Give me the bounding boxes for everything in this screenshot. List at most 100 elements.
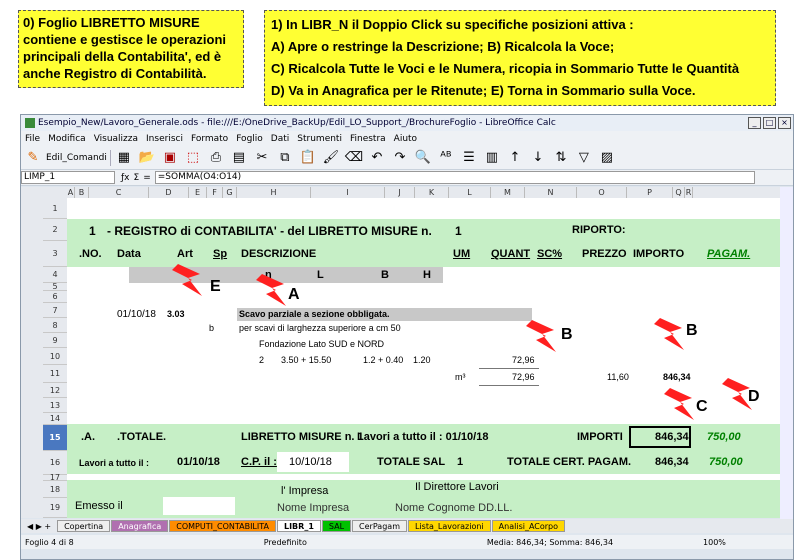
filter-icon[interactable]: ▽ bbox=[574, 149, 594, 167]
menu-strumenti[interactable]: Strumenti bbox=[297, 134, 342, 144]
undo-icon[interactable]: ↶ bbox=[367, 149, 387, 167]
menu-modifica[interactable]: Modifica bbox=[48, 134, 86, 144]
riporto-label: RIPORTO: bbox=[572, 224, 626, 236]
sort-asc-icon[interactable]: ↑ bbox=[505, 149, 525, 167]
row-header[interactable]: 4 bbox=[43, 267, 67, 283]
column-icon[interactable]: ▥ bbox=[482, 149, 502, 167]
tab-sal[interactable]: SAL bbox=[321, 520, 352, 532]
row-header[interactable]: 8 bbox=[43, 318, 67, 333]
menu-formato[interactable]: Formato bbox=[191, 134, 228, 144]
row-header[interactable]: 9 bbox=[43, 333, 67, 348]
row-header[interactable]: 2 bbox=[43, 219, 67, 241]
sort-desc-icon[interactable]: ↓ bbox=[528, 149, 548, 167]
row-header[interactable]: 19 bbox=[43, 498, 67, 518]
column-header[interactable]: G bbox=[223, 187, 237, 198]
row-header[interactable]: 10 bbox=[43, 348, 67, 365]
row-header[interactable]: 14 bbox=[43, 413, 67, 425]
sheet-grid[interactable]: 1 - REGISTRO di CONTABILITA' - del LIBRE… bbox=[67, 198, 781, 518]
header-descrizione: DESCRIZIONE bbox=[241, 248, 317, 260]
column-header[interactable]: O bbox=[577, 187, 627, 198]
row-header[interactable]: 7 bbox=[43, 303, 67, 318]
row-header[interactable]: 16 bbox=[43, 451, 67, 475]
function-wizard-icon[interactable]: ƒx bbox=[121, 173, 130, 183]
clone-icon[interactable]: 🖌 bbox=[321, 149, 341, 167]
clear-icon[interactable]: ⌫ bbox=[344, 149, 364, 167]
menu-visualizza[interactable]: Visualizza bbox=[94, 134, 138, 144]
row-header[interactable]: 18 bbox=[43, 481, 67, 498]
nome-impresa[interactable]: Nome Impresa bbox=[277, 502, 349, 514]
pdf-icon[interactable]: ⬚ bbox=[183, 149, 203, 167]
close-button[interactable]: × bbox=[778, 117, 791, 129]
tab-copertina[interactable]: Copertina bbox=[57, 520, 111, 532]
preview-icon[interactable]: ▤ bbox=[229, 149, 249, 167]
tab-computi[interactable]: COMPUTI_CONTABILITA bbox=[169, 520, 276, 532]
tab-anagrafica[interactable]: Anagrafica bbox=[111, 520, 169, 532]
row-header[interactable]: 13 bbox=[43, 398, 67, 413]
row-header[interactable]: 15 bbox=[43, 425, 67, 451]
column-header[interactable]: D bbox=[149, 187, 189, 198]
maximize-button[interactable]: □ bbox=[763, 117, 776, 129]
menu-inserisci[interactable]: Inserisci bbox=[146, 134, 183, 144]
minimize-button[interactable]: _ bbox=[748, 117, 761, 129]
edil-icon[interactable]: ✎ bbox=[23, 149, 43, 167]
column-header[interactable]: E bbox=[189, 187, 207, 198]
name-box[interactable]: LIMP_1 bbox=[21, 171, 115, 184]
row-header[interactable]: 11 bbox=[43, 365, 67, 383]
edil-comandi-label[interactable]: Edil_Comandi bbox=[46, 153, 107, 163]
status-zoom[interactable]: 100% bbox=[703, 538, 726, 547]
print-icon[interactable]: ⎙ bbox=[206, 149, 226, 167]
column-header[interactable]: I bbox=[311, 187, 385, 198]
column-header[interactable]: J bbox=[385, 187, 415, 198]
column-header[interactable]: C bbox=[89, 187, 149, 198]
tab-libr1[interactable]: LIBR_1 bbox=[276, 520, 321, 532]
copy-icon[interactable]: ⧉ bbox=[275, 149, 295, 167]
column-header[interactable]: B bbox=[75, 187, 89, 198]
tab-lista[interactable]: Lista_Lavorazioni bbox=[407, 520, 491, 532]
spelling-icon[interactable]: ᴬᴮ bbox=[436, 149, 456, 167]
row-header[interactable]: 5 bbox=[43, 283, 67, 291]
find-icon[interactable]: 🔍 bbox=[413, 149, 433, 167]
row-header[interactable]: 12 bbox=[43, 383, 67, 398]
sum-icon[interactable]: Σ bbox=[134, 173, 140, 183]
sort-icon[interactable]: ⇅ bbox=[551, 149, 571, 167]
column-header[interactable]: N bbox=[525, 187, 577, 198]
image-icon[interactable]: ▨ bbox=[597, 149, 617, 167]
menu-foglio[interactable]: Foglio bbox=[236, 134, 263, 144]
tab-nav-icon[interactable]: ◀ ▶ + bbox=[27, 522, 51, 531]
column-header[interactable]: F bbox=[207, 187, 223, 198]
voce-art[interactable]: 3.03 bbox=[167, 309, 185, 319]
tab-cerpagam[interactable]: CerPagam bbox=[352, 520, 407, 532]
emesso-cell[interactable] bbox=[163, 497, 235, 515]
new-icon[interactable]: ▦ bbox=[114, 149, 134, 167]
menu-finestra[interactable]: Finestra bbox=[350, 134, 386, 144]
paste-icon[interactable]: 📋 bbox=[298, 149, 318, 167]
vertical-scrollbar[interactable] bbox=[780, 187, 793, 519]
open-icon[interactable]: 📂 bbox=[137, 149, 157, 167]
row-header[interactable]: 6 bbox=[43, 291, 67, 303]
column-header[interactable]: A bbox=[67, 187, 75, 198]
menu-dati[interactable]: Dati bbox=[271, 134, 289, 144]
save-icon[interactable]: ▣ bbox=[160, 149, 180, 167]
cut-icon[interactable]: ✂ bbox=[252, 149, 272, 167]
column-header[interactable]: Q bbox=[673, 187, 685, 198]
column-header[interactable]: P bbox=[627, 187, 673, 198]
tab-analisi[interactable]: Analisi_ACorpo bbox=[491, 520, 566, 532]
menu-aiuto[interactable]: Aiuto bbox=[394, 134, 417, 144]
row-header[interactable]: 3 bbox=[43, 241, 67, 267]
nome-dl[interactable]: Nome Cognome DD.LL. bbox=[395, 502, 512, 514]
formula-input[interactable]: =SOMMA(O4:O14) bbox=[154, 171, 755, 184]
redo-icon[interactable]: ↷ bbox=[390, 149, 410, 167]
column-header[interactable]: H bbox=[237, 187, 311, 198]
cp-data[interactable]: 10/10/18 bbox=[289, 456, 332, 468]
voce-data[interactable]: 01/10/18 bbox=[117, 309, 156, 320]
total-pagam[interactable]: 750,00 bbox=[707, 431, 741, 443]
row-icon[interactable]: ☰ bbox=[459, 149, 479, 167]
menu-file[interactable]: File bbox=[25, 134, 40, 144]
equals-icon[interactable]: = bbox=[143, 173, 151, 183]
label-e: E bbox=[210, 278, 221, 295]
column-header[interactable]: R bbox=[685, 187, 693, 198]
row-header[interactable]: 1 bbox=[43, 198, 67, 219]
column-header[interactable]: K bbox=[415, 187, 449, 198]
column-header[interactable]: L bbox=[449, 187, 491, 198]
column-header[interactable]: M bbox=[491, 187, 525, 198]
